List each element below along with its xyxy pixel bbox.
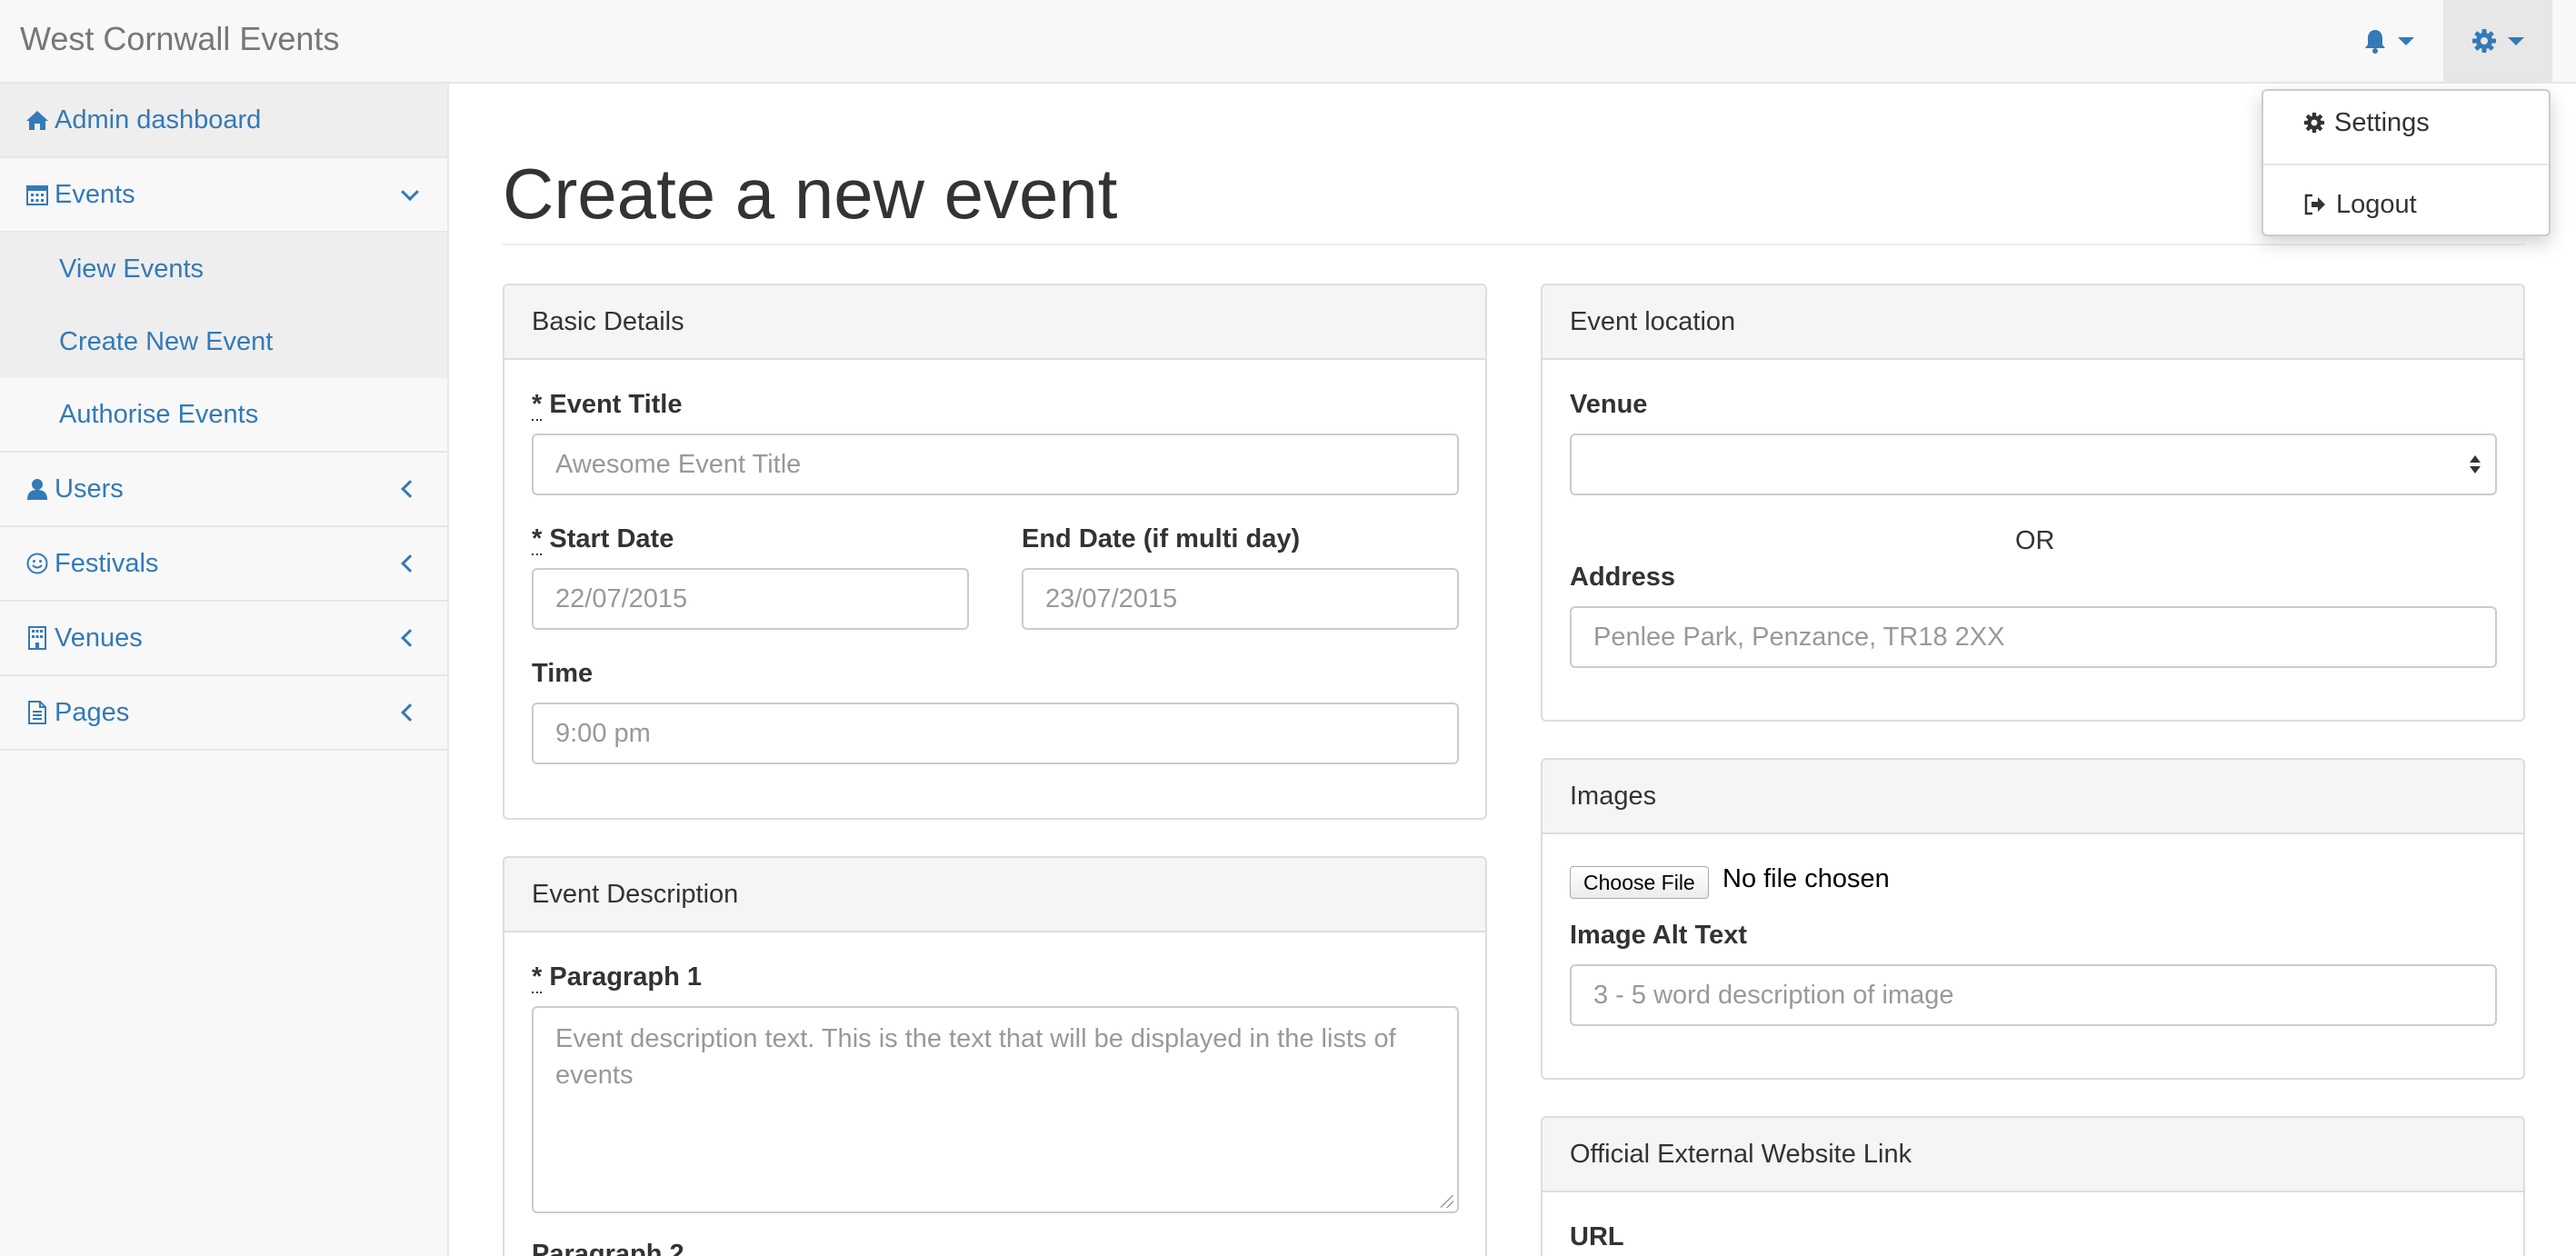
file-status-text: No file chosen	[1722, 864, 1890, 893]
sidebar-item-admin-dashboard[interactable]: Admin dashboard	[0, 84, 447, 158]
sidebar-item-users[interactable]: Users	[0, 453, 447, 527]
logout-menu-item[interactable]: Logout	[2263, 173, 2549, 236]
chevron-left-icon[interactable]	[401, 629, 419, 647]
menu-divider	[2263, 164, 2549, 165]
select-arrows-icon	[2470, 455, 2481, 473]
chevron-left-icon[interactable]	[401, 480, 419, 498]
required-marker: *	[532, 524, 543, 555]
home-icon	[24, 106, 51, 134]
logout-icon	[2303, 194, 2327, 215]
building-icon	[24, 624, 51, 652]
end-date-label: End Date (if multi day)	[1022, 524, 1301, 553]
address-input[interactable]: Penlee Park, Penzance, TR18 2XX	[1570, 606, 2497, 668]
chevron-down-icon	[2508, 36, 2524, 45]
bell-icon	[2365, 30, 2385, 54]
time-label: Time	[532, 659, 594, 688]
sidebar-item-festivals[interactable]: Festivals	[0, 527, 447, 602]
required-marker: *	[532, 962, 543, 993]
sidebar-item-view-events[interactable]: View Events	[0, 233, 447, 305]
paragraph1-textarea[interactable]: Event description text. This is the text…	[532, 1006, 1459, 1213]
sidebar-item-create-new-event[interactable]: Create New Event	[0, 305, 447, 378]
sidebar-item-pages[interactable]: Pages	[0, 676, 447, 751]
end-date-input[interactable]: 23/07/2015	[1022, 568, 1459, 630]
panel-heading: Event Description	[504, 858, 1485, 932]
user-menu-toggle[interactable]	[2443, 0, 2552, 82]
start-date-label: * Start Date	[532, 524, 674, 555]
sidebar-item-authorise-events[interactable]: Authorise Events	[0, 378, 447, 451]
paragraph1-label: * Paragraph 1	[532, 962, 702, 993]
gear-icon	[2472, 29, 2496, 53]
event-title-label: * Event Title	[532, 390, 683, 421]
event-location-panel: Event location Venue OR Address Penlee P…	[1541, 284, 2525, 722]
sidebar-item-label: Festivals	[55, 548, 159, 578]
or-separator: OR	[2015, 526, 2055, 555]
page-title: Create a new event	[503, 154, 1118, 234]
image-alt-text-input[interactable]: 3 - 5 word description of image	[1570, 964, 2497, 1026]
panel-heading: Images	[1543, 760, 2523, 834]
venue-label: Venue	[1570, 390, 1648, 419]
url-label: URL	[1570, 1222, 1624, 1251]
chevron-left-icon[interactable]	[401, 554, 419, 573]
sidebar-item-label: Venues	[55, 623, 143, 653]
image-alt-text-label: Image Alt Text	[1570, 921, 1747, 950]
chevron-down-icon[interactable]	[401, 183, 419, 202]
choose-file-button[interactable]: Choose File	[1570, 866, 1709, 899]
required-marker: *	[532, 390, 543, 421]
sidebar-item-events[interactable]: Events	[0, 158, 447, 233]
paragraph1-placeholder: Event description text. This is the text…	[555, 1024, 1396, 1090]
sidebar-item-label: Pages	[55, 697, 130, 727]
logout-label: Logout	[2336, 189, 2417, 219]
start-date-input[interactable]: 22/07/2015	[532, 568, 969, 630]
document-icon	[24, 699, 51, 726]
event-description-panel: Event Description * Paragraph 1 Event de…	[503, 856, 1487, 1256]
panel-heading: Official External Website Link	[1543, 1118, 2523, 1192]
settings-menu-item[interactable]: Settings	[2263, 91, 2549, 155]
sidebar-item-venues[interactable]: Venues	[0, 602, 447, 676]
sidebar-item-label: Admin dashboard	[55, 105, 262, 135]
settings-label: Settings	[2334, 107, 2430, 137]
gear-icon	[2303, 112, 2325, 134]
address-label: Address	[1570, 563, 1676, 592]
event-title-input[interactable]: Awesome Event Title	[532, 434, 1459, 495]
events-submenu: View Events Create New Event Authorise E…	[0, 233, 447, 453]
paragraph2-label: Paragraph 2	[532, 1240, 684, 1256]
images-panel: Images Choose File No file chosen Image …	[1541, 758, 2525, 1080]
resize-handle[interactable]	[1441, 1195, 1453, 1208]
title-divider	[503, 244, 2525, 245]
website-link-panel: Official External Website Link URL	[1541, 1116, 2525, 1256]
venue-select[interactable]	[1570, 434, 2497, 495]
notifications-dropdown-toggle[interactable]	[2345, 0, 2432, 82]
calendar-icon	[24, 181, 51, 208]
sidebar: Admin dashboard Events View Events Creat…	[0, 84, 449, 1256]
chevron-left-icon[interactable]	[401, 703, 419, 722]
panel-heading: Basic Details	[504, 285, 1485, 360]
user-dropdown-menu: Settings Logout	[2261, 89, 2551, 236]
sidebar-item-label: Events	[55, 179, 135, 209]
panel-heading: Event location	[1543, 285, 2523, 360]
sidebar-item-label: Users	[55, 473, 124, 503]
basic-details-panel: Basic Details * Event Title Awesome Even…	[503, 284, 1487, 820]
brand-title[interactable]: West Cornwall Events	[20, 20, 339, 58]
smile-icon	[24, 550, 51, 577]
top-navbar: West Cornwall Events	[0, 0, 2576, 84]
user-icon	[24, 475, 51, 503]
chevron-down-icon	[2398, 36, 2414, 45]
time-input[interactable]: 9:00 pm	[532, 703, 1459, 764]
